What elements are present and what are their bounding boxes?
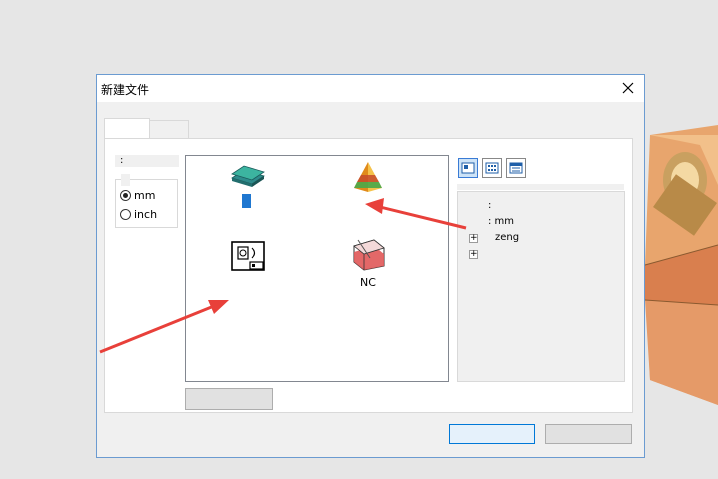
close-icon[interactable] [618,78,638,98]
large-icons-view-button[interactable] [458,158,478,178]
3d-part-image [644,125,718,405]
new-file-dialog: 新建文件 : mm inch NC:: mm + zeng + [96,74,645,458]
drawing-sheet-icon [231,241,265,271]
template-item-nc[interactable] [350,238,386,274]
radio-dot [120,209,131,220]
radio-mm[interactable]: mm [120,189,155,202]
radio-inch[interactable]: inch [120,208,157,221]
details-view-icon [509,162,523,174]
template-item-drawing[interactable] [230,240,266,276]
template-list[interactable]: NC [185,155,449,382]
info-panel: : : mm + zeng + [457,191,625,382]
list-view-icon [485,162,499,174]
info-line-author: zeng [495,232,520,243]
radio-mm-label: mm [134,189,156,202]
template-item-part[interactable] [230,164,266,208]
cancel-button[interactable] [545,424,632,444]
tab-other[interactable] [149,120,189,138]
pyramid-icon [354,162,382,192]
expand-icon[interactable]: + [469,250,478,259]
units-group: mm inch [115,174,178,228]
ok-button[interactable] [449,424,535,444]
info-line-units: : mm [488,216,515,227]
units-group-caption [121,174,130,186]
units-label: : [115,155,179,167]
info-panel-header [457,184,624,190]
template-options-button[interactable] [185,388,273,410]
list-view-button[interactable] [482,158,502,178]
title-bar: 新建文件 [97,75,644,102]
tab-panel: : mm inch NC:: mm + zeng + [104,138,633,413]
large-icons-view-icon [461,162,475,174]
tab-templates[interactable] [104,118,150,140]
radio-dot [120,190,131,201]
dialog-title: 新建文件 [101,83,150,97]
info-line-1: : [488,200,492,211]
stacked-layers-icon [231,165,265,208]
template-label-nc: NC [360,276,376,289]
template-item-assembly[interactable] [350,160,386,196]
details-view-button[interactable] [506,158,526,178]
expand-icon[interactable]: + [469,234,478,243]
nc-machining-icon [353,239,385,271]
radio-inch-label: inch [134,208,158,221]
